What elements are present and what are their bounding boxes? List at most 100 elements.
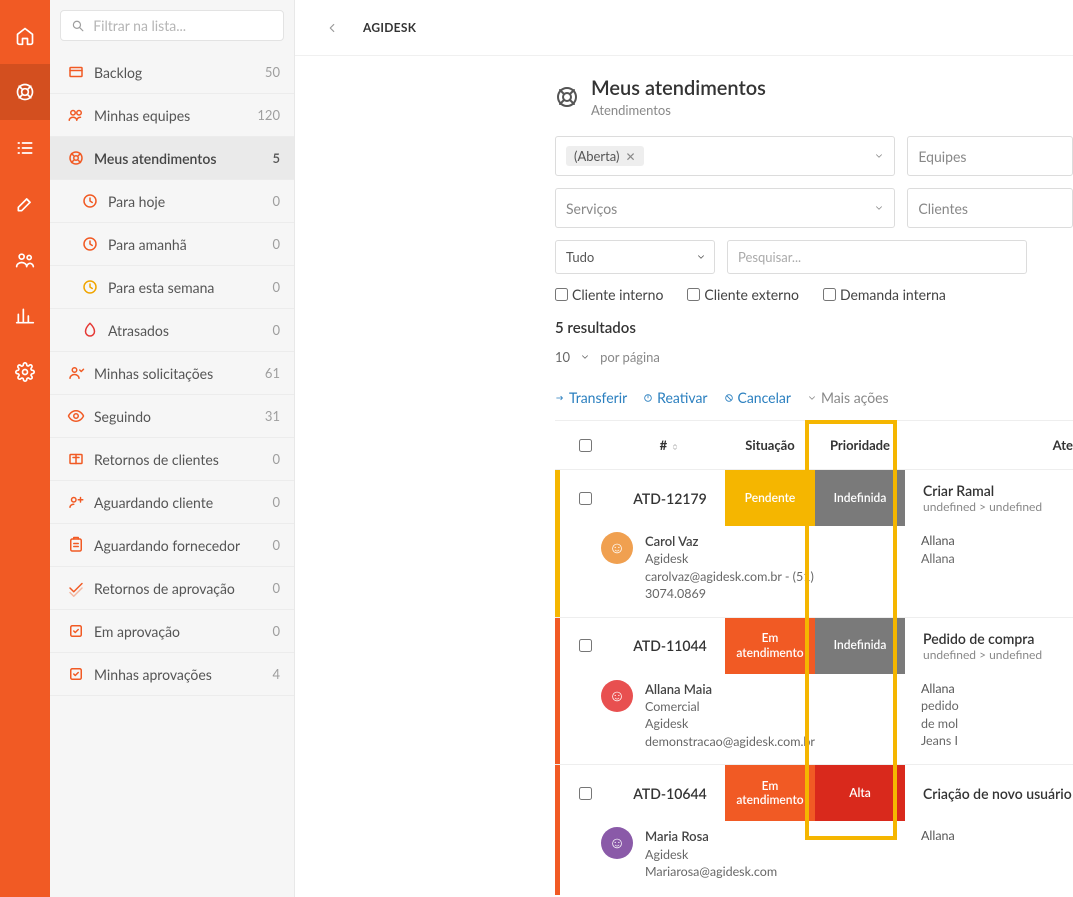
nav-icon	[64, 106, 88, 124]
nav-count: 0	[272, 623, 280, 639]
col-situacao[interactable]: Situação	[725, 437, 815, 453]
chk-cliente-externo[interactable]: Cliente externo	[687, 286, 799, 303]
transfer-icon	[555, 393, 565, 403]
sidebar-item-8[interactable]: Seguindo31	[50, 395, 294, 438]
nav-icon	[64, 364, 88, 382]
row-meta: Allana	[913, 827, 1073, 880]
caret-down-icon	[580, 352, 590, 362]
priority-badge: Indefinida	[815, 618, 905, 674]
page-title: Meus atendimentos	[591, 76, 766, 100]
sidebar-item-7[interactable]: Minhas solicitações61	[50, 352, 294, 395]
chk-cliente-interno[interactable]: Cliente interno	[555, 286, 663, 303]
action-reativar[interactable]: Reativar	[643, 389, 707, 406]
nav-icon	[78, 192, 102, 210]
rail-home[interactable]	[0, 8, 50, 64]
nav-icon	[64, 665, 88, 683]
nav-count: 0	[272, 279, 280, 295]
sidebar-item-4[interactable]: Para amanhã0	[50, 223, 294, 266]
nav-label: Meus atendimentos	[94, 150, 272, 167]
table-search[interactable]	[727, 240, 1027, 274]
nav-count: 5	[272, 150, 280, 166]
sidebar-item-1[interactable]: Minhas equipes120	[50, 94, 294, 137]
action-transferir[interactable]: Transferir	[555, 389, 627, 406]
nav-icon	[64, 450, 88, 468]
nav-label: Minhas aprovações	[94, 666, 272, 683]
lifebuoy-icon	[555, 85, 579, 109]
action-cancelar[interactable]: Cancelar	[724, 389, 791, 406]
chip-remove-icon[interactable]: ✕	[626, 149, 636, 164]
chk-demanda-interna[interactable]: Demanda interna	[823, 286, 946, 303]
action-more[interactable]: Mais ações	[807, 389, 889, 406]
nav-rail	[0, 0, 50, 897]
row-checkbox[interactable]	[579, 639, 592, 652]
sidebar-item-11[interactable]: Aguardando fornecedor0	[50, 524, 294, 567]
page-subtitle: Atendimentos	[591, 102, 766, 118]
search-box[interactable]	[60, 10, 284, 41]
nav-label: Seguindo	[94, 408, 265, 425]
rail-edit[interactable]	[0, 176, 50, 232]
sidebar-item-6[interactable]: Atrasados0	[50, 309, 294, 352]
nav-label: Para esta semana	[108, 279, 272, 296]
nav-label: Aguardando cliente	[94, 494, 272, 511]
status-chip[interactable]: (Aberta)✕	[566, 146, 644, 166]
sidebar-item-13[interactable]: Em aprovação0	[50, 610, 294, 653]
table-search-input[interactable]	[738, 249, 1016, 265]
row-checkbox[interactable]	[579, 787, 592, 800]
filter-checkboxes: Cliente interno Cliente externo Demanda …	[555, 286, 1073, 303]
sidebar-item-5[interactable]: Para esta semana0	[50, 266, 294, 309]
nav-label: Minhas equipes	[94, 107, 257, 124]
bulk-actions: Transferir Reativar Cancelar Mais ações	[555, 389, 1073, 406]
nav-count: 120	[257, 107, 280, 123]
sidebar-item-14[interactable]: Minhas aprovações4	[50, 653, 294, 696]
nav-label: Retornos de aprovação	[94, 580, 272, 597]
col-atendimento[interactable]: Ate	[905, 437, 1073, 453]
nav-icon	[78, 278, 102, 296]
requester: Carol VazAgideskcarolvaz@agidesk.com.br …	[645, 532, 913, 603]
status-badge: Pendente	[725, 470, 815, 526]
table-row[interactable]: ATD-11044Em atendimentoIndefinidaPedido …	[555, 617, 1073, 765]
rail-users[interactable]	[0, 232, 50, 288]
sidebar: Backlog50Minhas equipes120Meus atendimen…	[50, 0, 295, 897]
rail-stats[interactable]	[0, 288, 50, 344]
cancel-icon	[724, 393, 734, 403]
select-all[interactable]	[579, 439, 592, 452]
table-row[interactable]: ATD-12179PendenteIndefinidaCriar Ramalun…	[555, 469, 1073, 617]
status-select[interactable]: (Aberta)✕	[555, 136, 895, 176]
nav-icon	[64, 63, 88, 81]
sidebar-item-9[interactable]: Retornos de clientes0	[50, 438, 294, 481]
status-badge: Em atendimento	[725, 765, 815, 821]
nav-label: Backlog	[94, 64, 265, 81]
sidebar-item-10[interactable]: Aguardando cliente0	[50, 481, 294, 524]
row-meta: AllanaAllana	[913, 532, 1073, 603]
ticket-id: ATD-10644	[615, 765, 725, 821]
col-id[interactable]: #	[615, 437, 725, 453]
sidebar-item-3[interactable]: Para hoje0	[50, 180, 294, 223]
col-prioridade[interactable]: Prioridade	[815, 437, 905, 453]
row-checkbox[interactable]	[579, 492, 592, 505]
avatar: ☺	[601, 827, 633, 859]
clientes-select[interactable]: Clientes	[907, 188, 1073, 228]
nav-label: Retornos de clientes	[94, 451, 272, 468]
search-input[interactable]	[93, 17, 273, 34]
rail-tasks[interactable]	[0, 120, 50, 176]
rail-settings[interactable]	[0, 344, 50, 400]
rail-lifebuoy[interactable]	[0, 64, 50, 120]
nav-icon	[78, 321, 102, 339]
back-button[interactable]	[319, 15, 345, 41]
nav-count: 0	[272, 193, 280, 209]
nav-count: 61	[265, 365, 280, 381]
nav-count: 0	[272, 451, 280, 467]
per-page[interactable]: 10 por página	[555, 349, 1073, 365]
sidebar-item-2[interactable]: Meus atendimentos5	[50, 137, 294, 180]
nav-label: Minhas solicitações	[94, 365, 265, 382]
nav-label: Para hoje	[108, 193, 272, 210]
sidebar-item-0[interactable]: Backlog50	[50, 51, 294, 94]
equipes-select[interactable]: Equipes	[907, 136, 1073, 176]
nav-count: 0	[272, 494, 280, 510]
scope-select[interactable]: Tudo	[555, 240, 715, 274]
table-row[interactable]: ATD-10644Em atendimentoAltaCriação de no…	[555, 764, 1073, 894]
avatar: ☺	[601, 532, 633, 564]
sidebar-item-12[interactable]: Retornos de aprovação0	[50, 567, 294, 610]
servicos-select[interactable]: Serviços	[555, 188, 895, 228]
nav-count: 0	[272, 580, 280, 596]
